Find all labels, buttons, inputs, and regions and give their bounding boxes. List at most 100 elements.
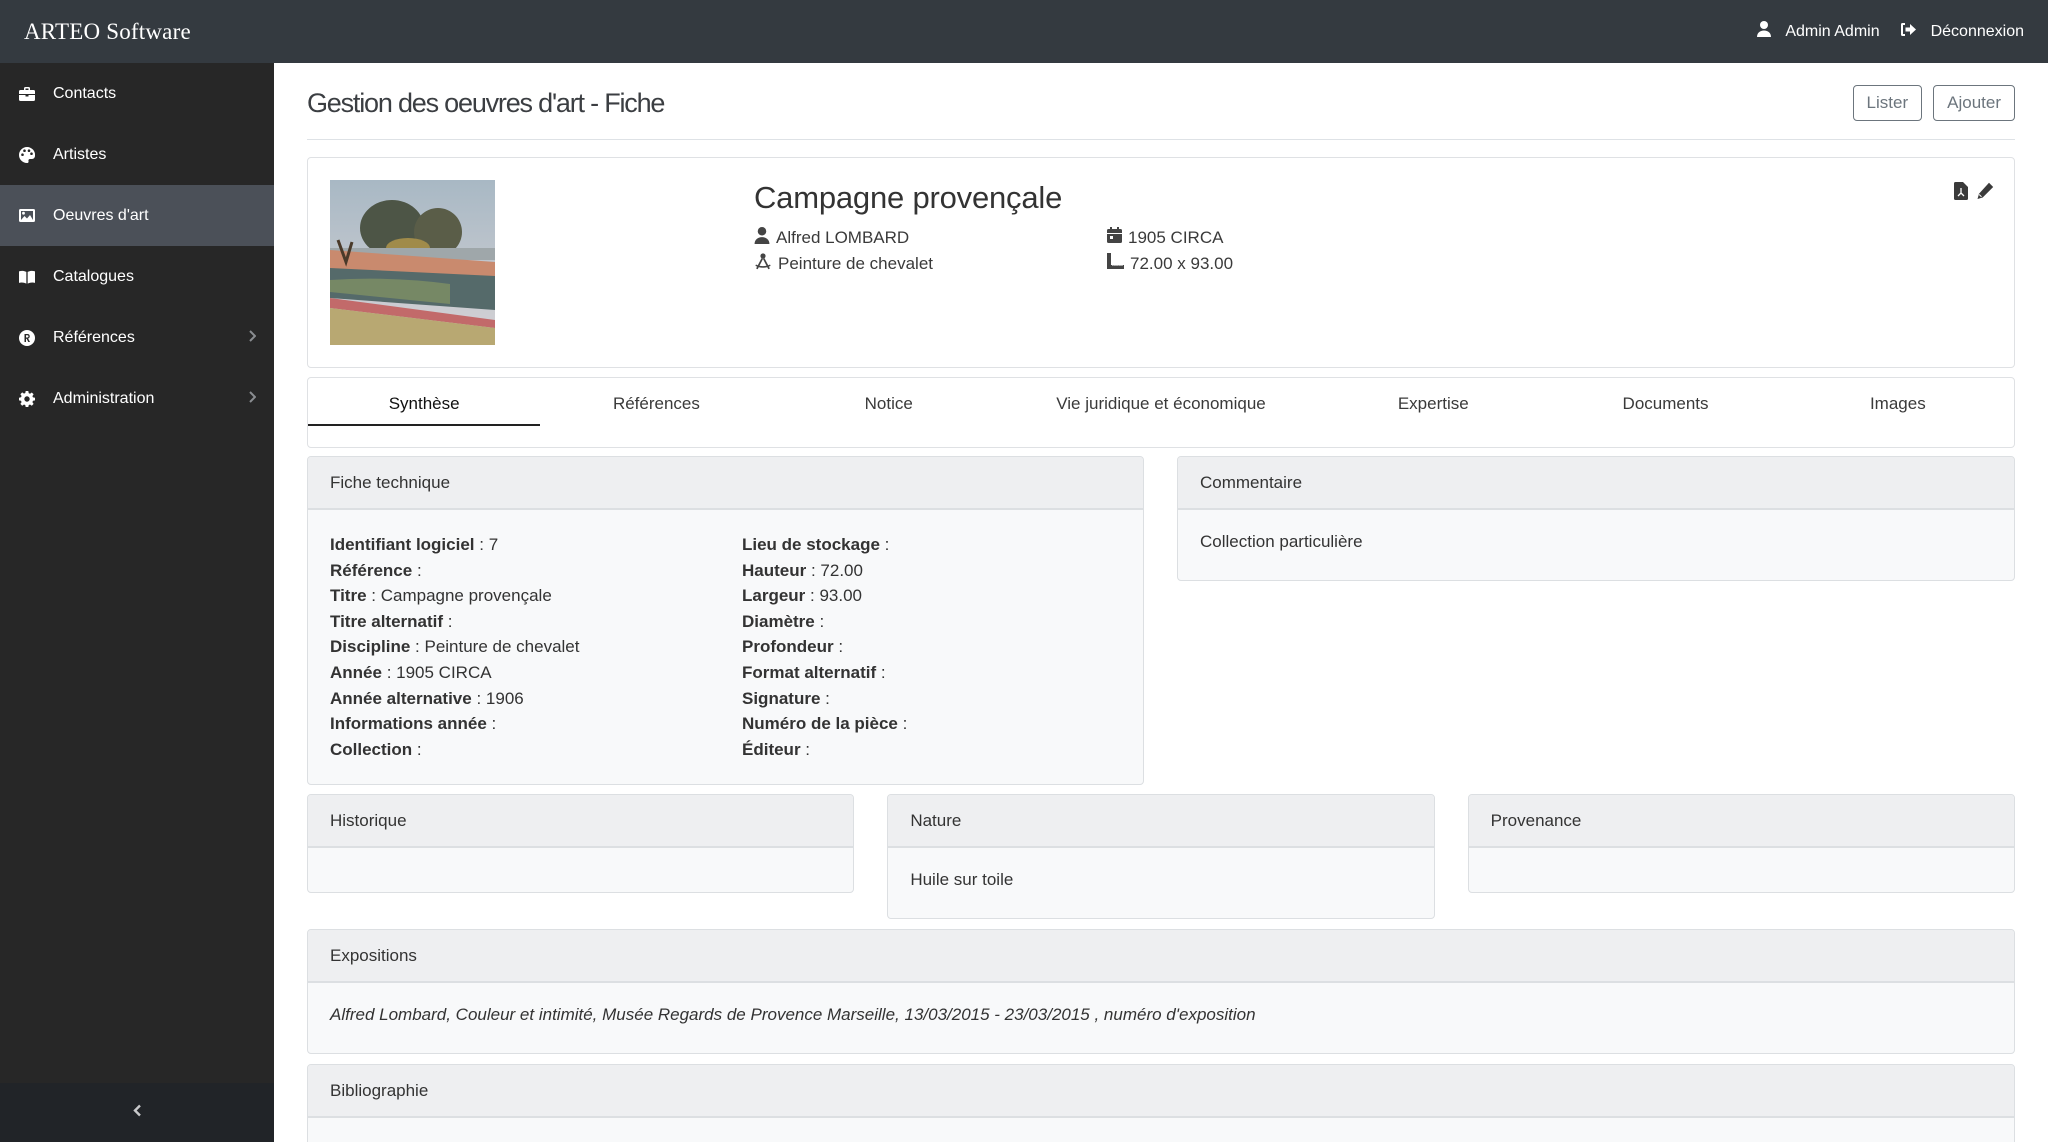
field-label: Largeur [742,586,806,606]
field-label: Diamètre [742,611,815,631]
chevron-right-icon [248,329,257,347]
tab-references[interactable]: Références [540,378,772,447]
artwork-dimensions: 72.00 x 93.00 [1107,252,1307,275]
book-open-icon [19,269,35,285]
field-separator: : [897,714,908,734]
tab-images[interactable]: Images [1782,378,2014,447]
fiche-field: Lieu de stockage : [742,532,1121,558]
field-separator: : [474,535,489,554]
field-label: Profondeur [742,637,834,657]
fiche-field: Référence : [330,558,742,584]
field-separator: : [820,688,830,708]
tab-expertise[interactable]: Expertise [1317,378,1549,447]
user-menu[interactable]: Admin Admin [1757,21,1880,42]
fiche-field: Année alternative : 1906 [330,686,742,712]
sidebar-item-contacts[interactable]: Contacts [0,63,274,124]
fiche-field: Diamètre : [742,609,1121,635]
artwork-summary-card: Campagne provençale Alfred LOMBARD 1905 … [307,157,2015,368]
expositions-panel: Expositions Alfred Lombard, Couleur et i… [307,929,2015,1055]
fiche-field: Titre : Campagne provençale [330,583,742,609]
field-separator: : [805,586,820,606]
tab-documents[interactable]: Documents [1549,378,1781,447]
fiche-field: Collection : [330,737,742,763]
page-title: Gestion des oeuvres d'art - Fiche [307,87,665,118]
user-icon [754,226,770,249]
field-label: Identifiant logiciel [330,535,475,554]
panel-heading: Expositions [308,930,2014,984]
field-separator: : [410,637,425,657]
field-label: Numéro de la pièce [742,714,898,734]
field-value: 93.00 [819,586,863,606]
field-label: Titre alternatif [330,611,444,631]
sidebar-item-label: Oeuvres d'art [53,206,149,224]
panel-heading: Bibliographie [308,1065,2014,1119]
field-value: 72.00 [820,560,863,580]
sidebar-item-references[interactable]: Références [0,307,274,368]
nature-panel: Nature Huile sur toile [887,794,1435,920]
fiche-field: Informations année : [330,711,742,737]
sidebar-item-oeuvres[interactable]: Oeuvres d'art [0,185,274,246]
page-header: Gestion des oeuvres d'art - Fiche Lister… [307,63,2015,140]
exposition-entry: Alfred Lombard, Couleur et intimité, Mus… [330,1005,1256,1025]
brand-logo[interactable]: ARTEO Software [24,19,191,45]
field-label: Discipline [330,637,411,657]
sidebar-item-administration[interactable]: Administration [0,368,274,429]
artwork-artist[interactable]: Alfred LOMBARD [754,226,1107,249]
fiche-technique-panel: Fiche technique Identifiant logiciel : 7… [307,456,1144,786]
chevron-right-icon [248,390,257,408]
nature-body: Huile sur toile [910,870,1014,890]
sign-out-icon [1900,22,1917,42]
field-label: Année alternative [330,688,472,708]
historique-body [308,848,853,892]
main-content: Gestion des oeuvres d'art - Fiche Lister… [274,63,2048,1142]
tab-synthese[interactable]: Synthèse [308,378,541,447]
top-navbar: ARTEO Software Admin Admin Déconnexion [0,0,2048,63]
panel-heading: Fiche technique [308,457,1143,510]
field-value: 7 [488,535,499,554]
field-label: Année [330,662,382,682]
commentaire-panel: Commentaire Collection particulière [1177,456,2015,581]
list-button[interactable]: Lister [1852,85,1923,121]
sidebar-collapse-button[interactable] [0,1083,274,1142]
artwork-thumbnail[interactable] [330,180,495,345]
sidebar-item-label: Administration [53,389,155,407]
edit-pencil-icon[interactable] [1976,182,1994,205]
artist-name: Alfred LOMBARD [776,227,910,247]
sidebar-item-artistes[interactable]: Artistes [0,124,274,185]
fiche-field: Année : 1905 CIRCA [330,660,742,686]
fiche-field: Format alternatif : [742,660,1121,686]
field-separator: : [879,535,890,554]
field-label: Éditeur [742,739,801,759]
field-value: Campagne provençale [380,586,552,606]
commentaire-body: Collection particulière [1200,532,1363,551]
panel-heading: Provenance [1468,795,2014,849]
sidebar-item-catalogues[interactable]: Catalogues [0,246,274,307]
fiche-field: Numéro de la pièce : [742,711,1121,737]
fiche-field: Discipline : Peinture de chevalet [330,634,742,660]
palette-icon [19,146,35,163]
field-separator: : [366,586,381,606]
field-separator: : [876,662,886,682]
field-separator: : [814,611,825,631]
image-icon [19,208,35,224]
fiche-field: Éditeur : [742,737,1121,763]
chevron-left-icon [132,1104,142,1122]
field-value: 1905 CIRCA [396,662,492,682]
bibliographie-body [308,1118,2014,1142]
compass-drafting-icon [754,252,772,275]
logout-label: Déconnexion [1930,22,2024,40]
logout-link[interactable]: Déconnexion [1900,22,2024,42]
field-label: Hauteur [742,560,807,580]
field-separator: : [833,637,844,657]
fiche-field: Profondeur : [742,634,1121,660]
field-separator: : [412,560,422,580]
historique-panel: Historique [307,794,855,894]
field-label: Collection [330,739,413,759]
provenance-panel: Provenance [1467,794,2015,894]
artwork-title: Campagne provençale [754,180,1063,215]
pdf-export-icon[interactable] [1954,182,1968,205]
fiche-left-column: Identifiant logiciel : 7 Référence : Titr… [330,532,742,762]
tab-notice[interactable]: Notice [773,378,1005,447]
add-button[interactable]: Ajouter [1933,85,2015,121]
tab-vie-juridique[interactable]: Vie juridique et économique [1005,378,1317,447]
